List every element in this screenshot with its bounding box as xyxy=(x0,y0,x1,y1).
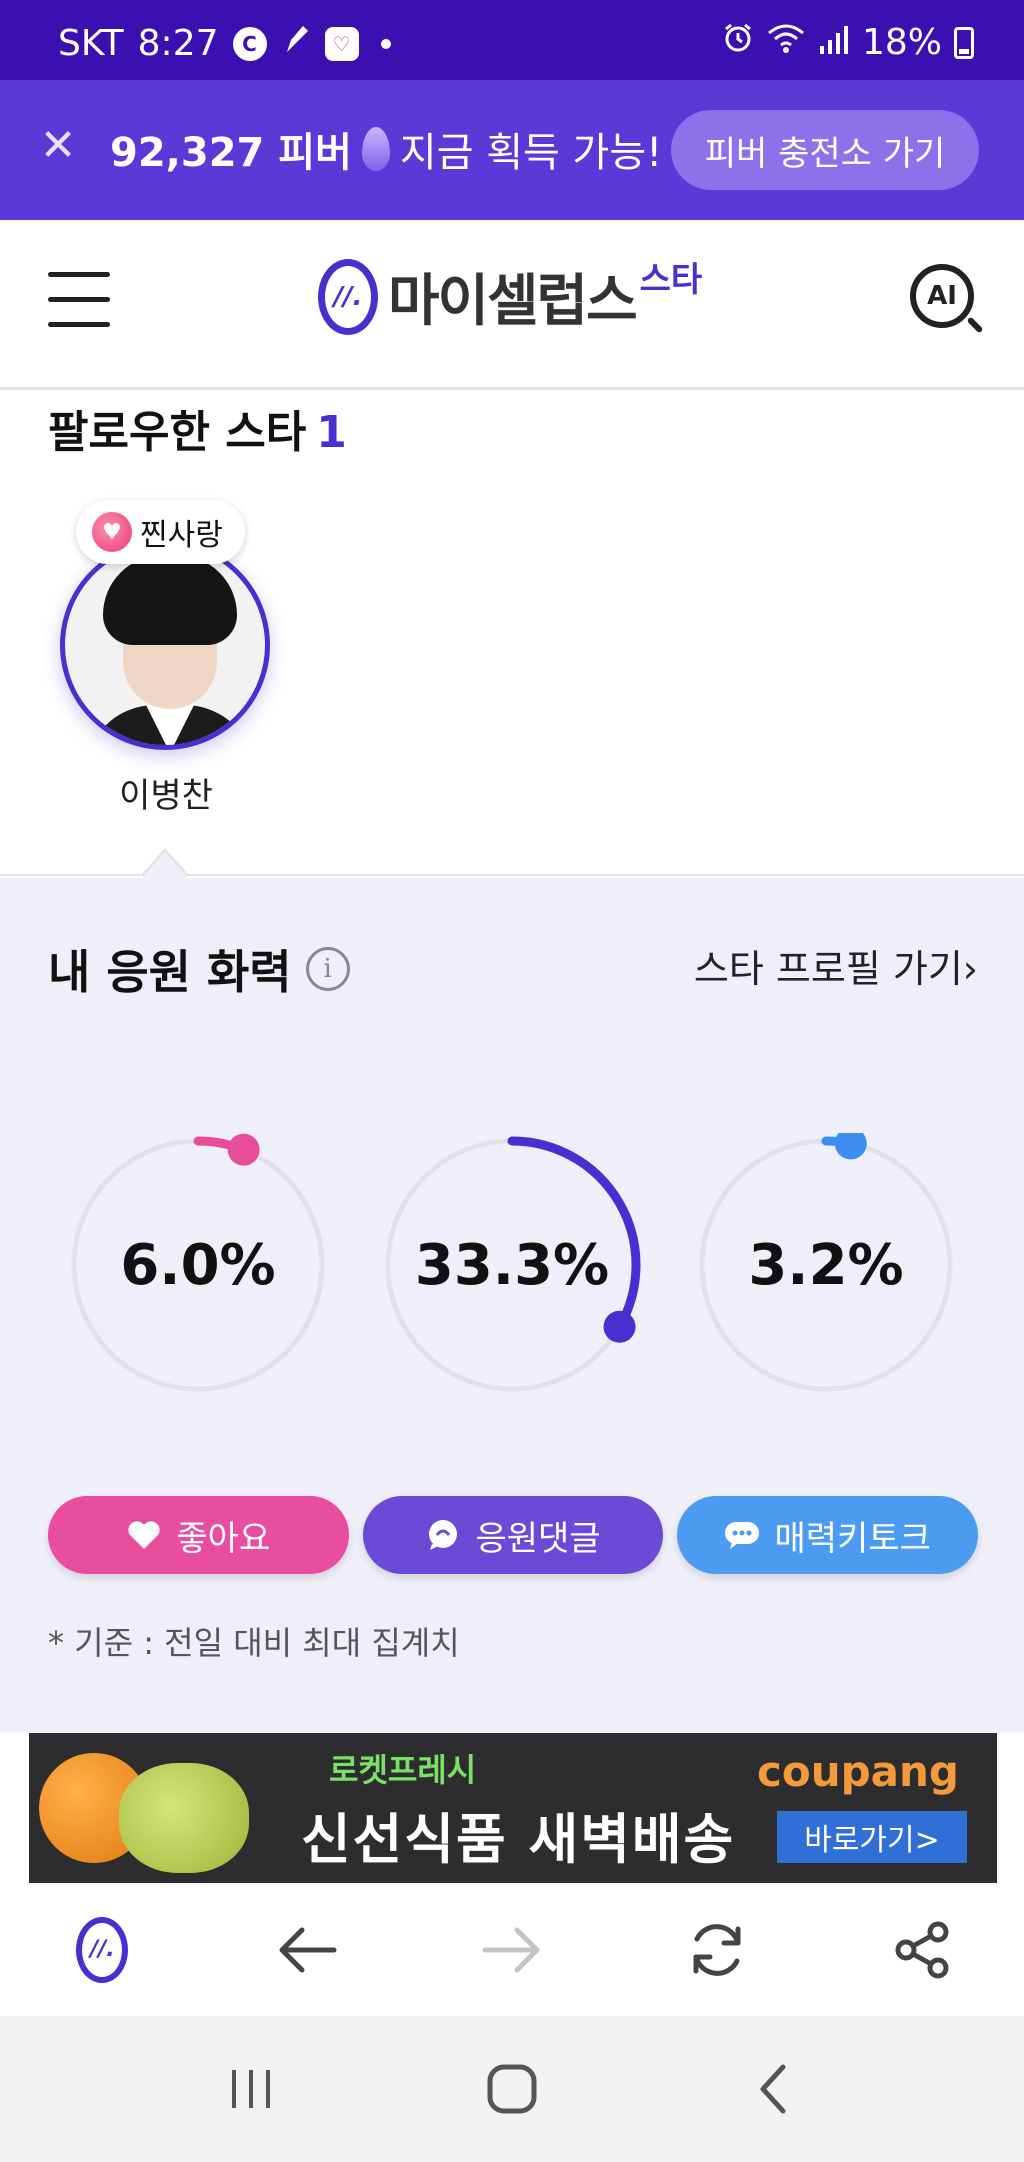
promo-amount: 92,327 피버 xyxy=(110,130,352,176)
toolbar-logo-mark: //. xyxy=(76,1916,129,1983)
like-button[interactable]: 좋아요 xyxy=(48,1496,349,1574)
star-profile-link[interactable]: 스타 프로필 가기› xyxy=(694,938,978,993)
app-header: //. 마이셀럽스 스타 AI xyxy=(0,220,1024,390)
power-title-text: 내 응원 화력 xyxy=(48,945,292,999)
badge-label: 찐사랑 xyxy=(140,518,223,553)
chat-bubble-icon xyxy=(425,1517,461,1553)
carrier-label: SKT xyxy=(58,23,124,64)
followed-count: 1 xyxy=(316,407,347,458)
star-name: 이병찬 xyxy=(119,776,213,816)
criteria-note: * 기준 : 전일 대비 최대 집계치 xyxy=(48,1624,460,1662)
info-icon[interactable]: i xyxy=(305,947,350,991)
selection-pointer xyxy=(140,848,190,878)
logo-mark: //. xyxy=(318,258,378,335)
power-rings: 6.0% 33.3% 3.2% xyxy=(0,1133,1024,1403)
heart-icon: ♥ xyxy=(92,512,132,552)
promo-message: 92,327 피버 지금 획득 가능! xyxy=(110,120,662,178)
battery-icon xyxy=(954,26,974,59)
ring-like: 6.0% xyxy=(66,1133,330,1397)
menu-icon[interactable] xyxy=(48,272,110,328)
talk-percent: 3.2% xyxy=(748,1232,904,1298)
signal-icon xyxy=(818,22,850,63)
ad-tag: 로켓프레시 xyxy=(329,1751,477,1789)
power-title: 내 응원 화력 i xyxy=(48,936,350,1002)
comment-percent: 33.3% xyxy=(414,1232,610,1298)
cheer-power-section: 내 응원 화력 i 스타 프로필 가기› 6.0% 33.3% 3.2% 좋아요 xyxy=(0,878,1024,1732)
followed-title: 팔로우한 스타 xyxy=(48,407,307,458)
chevron-right-icon: › xyxy=(962,947,978,991)
talk-button-label: 매력키토크 xyxy=(774,1518,931,1559)
avatar[interactable] xyxy=(60,540,270,750)
wifi-icon xyxy=(766,22,806,63)
back-icon[interactable] xyxy=(733,2049,813,2129)
section-title: 팔로우한 스타 1 xyxy=(48,396,347,460)
back-arrow-icon[interactable] xyxy=(267,1910,347,1990)
home-icon[interactable] xyxy=(472,2049,552,2129)
logo-superscript: 스타 xyxy=(639,260,703,300)
talk-bubble-icon xyxy=(724,1517,760,1553)
battery-percent: 18% xyxy=(861,22,942,63)
browser-toolbar: //. xyxy=(0,1883,1024,2016)
status-bar: SKT 8:27 C ♡ 18% xyxy=(0,0,1024,80)
grape-image xyxy=(119,1763,249,1873)
star-profile-link-label: 스타 프로필 가기 xyxy=(693,947,963,991)
system-nav-bar xyxy=(0,2016,1024,2162)
coupang-ad-banner[interactable]: 로켓프레시 신선식품 새벽배송 coupang 바로가기> xyxy=(29,1733,997,1883)
promo-text: 지금 획득 가능! xyxy=(399,130,663,176)
love-badge: ♥ 찐사랑 xyxy=(76,500,245,564)
refresh-icon[interactable] xyxy=(677,1910,757,1990)
logo-text: 마이셀럽스 xyxy=(388,269,638,334)
ad-go-button[interactable]: 바로가기> xyxy=(777,1811,967,1863)
like-button-label: 좋아요 xyxy=(176,1518,271,1559)
pen-app-icon xyxy=(281,22,311,65)
forward-arrow-icon[interactable] xyxy=(472,1910,552,1990)
like-percent: 6.0% xyxy=(120,1232,276,1298)
charm-talk-button[interactable]: 매력키토크 xyxy=(677,1496,979,1574)
clock: 8:27 xyxy=(137,23,219,64)
recent-apps-icon[interactable] xyxy=(211,2049,291,2129)
ring-talk: 3.2% xyxy=(694,1133,958,1397)
comment-button-label: 응원댓글 xyxy=(475,1518,601,1559)
power-buttons: 좋아요 응원댓글 매력키토크 xyxy=(48,1496,979,1576)
ad-brand: coupang xyxy=(756,1747,959,1796)
ad-headline: 신선식품 새벽배송 xyxy=(301,1808,736,1871)
ai-search-icon[interactable]: AI xyxy=(910,264,974,328)
flame-icon xyxy=(361,127,390,171)
notification-dot xyxy=(380,38,391,49)
fever-station-button[interactable]: 피버 충전소 가기 xyxy=(671,110,979,190)
close-icon[interactable]: ✕ xyxy=(38,124,78,168)
share-icon[interactable] xyxy=(882,1910,962,1990)
c-app-icon: C xyxy=(232,26,267,61)
ring-comment: 33.3% xyxy=(380,1133,644,1397)
alarm-icon xyxy=(722,22,754,63)
cheer-comment-button[interactable]: 응원댓글 xyxy=(362,1496,664,1574)
heart-app-icon: ♡ xyxy=(324,26,359,61)
home-logo-icon[interactable]: //. xyxy=(62,1910,142,1990)
fever-promo-banner: ✕ 92,327 피버 지금 획득 가능! 피버 충전소 가기 xyxy=(0,80,1024,220)
followed-stars-section: 팔로우한 스타 1 ♥ 찐사랑 이병찬 xyxy=(0,390,1024,878)
app-logo[interactable]: //. 마이셀럽스 스타 xyxy=(318,256,702,337)
heart-icon xyxy=(126,1517,162,1553)
